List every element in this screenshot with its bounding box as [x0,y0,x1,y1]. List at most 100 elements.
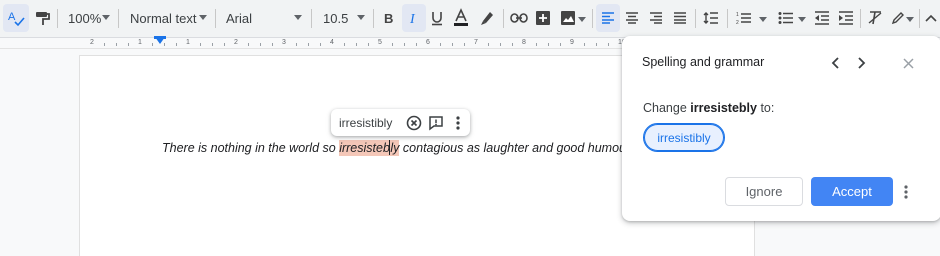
spelling-suggestion-popup: irresistibly [331,109,470,136]
toolbar-divider [919,9,920,28]
chevron-down-icon [294,15,302,20]
link-icon[interactable] [507,4,531,32]
panel-more-options-icon[interactable] [898,181,914,203]
ruler-tick [416,43,417,46]
misspelled-word[interactable]: irresistebly [339,140,400,156]
ruler-number: 4 [330,39,334,46]
ruler-tick [392,43,393,46]
svg-text:A: A [8,11,16,23]
underline-icon[interactable] [426,4,448,32]
more-options-icon[interactable] [448,113,468,133]
text-before: There is nothing in the world so [162,141,340,155]
align-right-icon[interactable] [645,4,667,32]
chevron-down-icon[interactable] [578,17,586,22]
change-prefix: Change [643,101,691,115]
justify-icon[interactable] [669,4,691,32]
font-family-select[interactable]: Arial [220,4,306,32]
ruler-number: 2 [234,39,238,46]
font-size-value: 10.5 [323,10,349,26]
misspelled-word-head: irresisteb [339,141,390,155]
svg-text:2: 2 [736,20,739,25]
change-instruction: Change irresistebly to: [643,101,774,115]
suggestion-option-button[interactable]: irresistibly [643,123,725,152]
insert-image-icon[interactable] [556,4,580,32]
feedback-icon[interactable] [426,113,446,133]
zoom-select[interactable]: 100% [62,4,114,32]
ruler-tick [500,43,501,46]
numbered-list-icon[interactable]: 12 [732,4,756,32]
ruler-tick [224,43,225,46]
chevron-down-icon[interactable] [906,17,914,22]
chevron-down-icon [199,15,207,20]
toolbar-divider [118,9,119,28]
increase-indent-icon[interactable] [835,4,857,32]
toolbar-divider [860,9,861,28]
toolbar-divider [215,9,216,28]
bulleted-list-icon[interactable] [774,4,798,32]
ruler-tick [368,43,369,46]
ruler-tick [404,43,405,46]
italic-icon[interactable]: I [402,4,426,32]
ruler-tick [152,43,153,46]
ruler-tick [560,43,561,46]
ruler-number: 6 [426,39,430,46]
ruler-tick [344,43,345,46]
ruler-tick [440,43,441,46]
paragraph-style-select[interactable]: Normal text [124,4,211,32]
highlight-color-icon[interactable] [475,4,499,32]
line-spacing-icon[interactable] [699,4,723,32]
paint-format-icon[interactable] [30,4,54,32]
ruler-tick [452,43,453,46]
previous-suggestion-chevron-left-icon[interactable] [824,52,846,74]
toolbar-divider [311,9,312,28]
ruler-tick [584,43,585,46]
text-after: contagious as laughter and good humour. [399,141,634,155]
align-center-icon[interactable] [621,4,643,32]
ruler-tick [116,43,117,46]
ignore-button[interactable]: Ignore [725,177,803,206]
ruler-number: 8 [522,39,526,46]
svg-text:B: B [384,11,393,25]
spelling-grammar-panel: Spelling and grammar Change irresistebly… [622,36,940,221]
font-size-select[interactable]: 10.5 [317,4,369,32]
ruler-number: 2 [90,39,94,46]
ruler-tick [164,43,165,46]
ruler-tick [248,43,249,46]
ruler-tick [596,43,597,46]
accept-button[interactable]: Accept [811,177,893,206]
chevron-down-icon[interactable] [798,17,806,22]
ruler-tick [308,43,309,46]
ruler-number: 3 [282,39,286,46]
chevron-down-icon[interactable] [759,17,767,22]
align-left-icon[interactable] [596,4,620,32]
ruler-tick [128,43,129,46]
suggestion-chip-word[interactable]: irresistibly [339,116,404,130]
text-color-icon[interactable] [449,4,473,32]
toolbar-divider [727,9,728,28]
flagged-word: irresistebly [690,101,757,115]
close-icon[interactable] [897,52,919,74]
ruler-tick [608,43,609,46]
clear-formatting-icon[interactable] [865,4,887,32]
paragraph-style-value: Normal text [130,10,197,26]
next-suggestion-chevron-right-icon[interactable] [851,52,873,74]
decrease-indent-icon[interactable] [811,4,833,32]
bold-icon[interactable]: B [377,4,401,32]
ruler-number: 9 [570,39,574,46]
spellcheck-icon[interactable]: A [3,4,29,32]
toolbar-divider [503,9,504,28]
dismiss-x-circle-icon[interactable] [404,113,424,133]
add-comment-icon[interactable] [532,4,554,32]
zoom-value: 100% [68,10,102,26]
document-paragraph[interactable]: There is nothing in the world so irresis… [162,140,634,156]
toolbar-divider [373,9,374,28]
ruler-number: 1 [186,39,190,46]
ruler-tick [176,43,177,46]
ruler-number: 7 [474,39,478,46]
ruler-tick [296,43,297,46]
chevron-down-icon [357,15,365,20]
collapse-toolbar-chevron-icon[interactable] [922,4,940,32]
toolbar: A 100% Normal text Arial 10.5 B I 1 2 [0,0,940,38]
font-family-value: Arial [226,10,253,26]
panel-title: Spelling and grammar [642,55,765,69]
